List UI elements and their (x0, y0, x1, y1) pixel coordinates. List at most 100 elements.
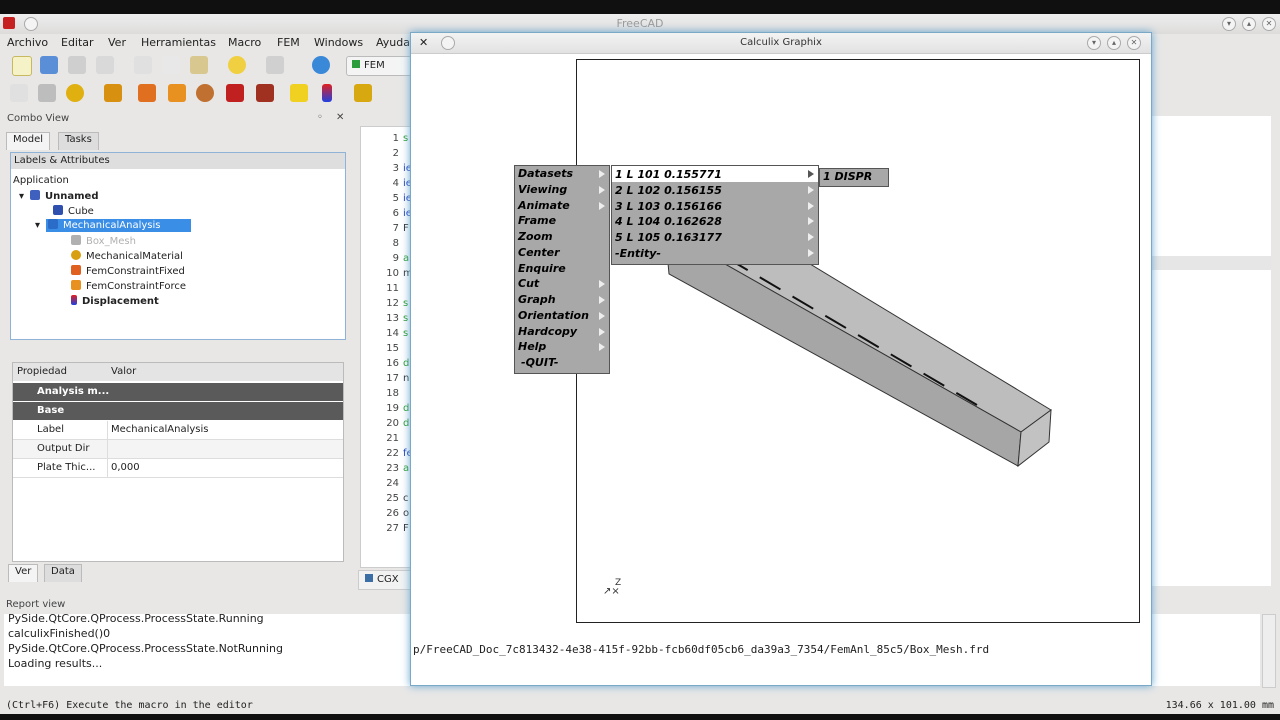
line-number: 25 (386, 493, 399, 504)
tab-tasks[interactable]: Tasks (58, 132, 99, 150)
menu-item-graph[interactable]: Graph (518, 293, 556, 306)
cgx-viewport[interactable]: Z ↗× (576, 59, 1140, 623)
property-row[interactable]: Plate Thic... 0,000 (13, 459, 343, 478)
tree-item-unnamed[interactable]: ▾ Unnamed (19, 190, 99, 202)
open-folder-icon[interactable] (40, 56, 58, 74)
menu-item-animate[interactable]: Animate (518, 199, 570, 212)
purge-results-icon[interactable] (354, 84, 372, 102)
menu-archivo[interactable]: Archivo (7, 36, 48, 49)
property-group-label: Base (37, 405, 65, 416)
maximize-button[interactable]: ▴ (1242, 17, 1256, 31)
tree-item-box-mesh[interactable]: Box_Mesh (71, 235, 136, 247)
cgx-close-button[interactable]: ✕ (1127, 36, 1141, 50)
entity-item[interactable]: 1 DISPR (823, 170, 872, 183)
submenu-arrow-icon (808, 186, 814, 194)
cgx-entity-menu: 1 DISPR (819, 168, 889, 187)
paste-icon[interactable] (190, 56, 208, 74)
calculix-icon[interactable] (290, 84, 308, 102)
menu-windows[interactable]: Windows (314, 36, 363, 49)
expand-arrow-icon[interactable]: ▾ (19, 191, 24, 202)
bearing-icon[interactable] (226, 84, 244, 102)
save-as-icon[interactable] (96, 56, 114, 74)
expand-arrow-icon[interactable]: ▾ (35, 220, 40, 231)
tree-item-mechanical-analysis[interactable]: ▾ MechanicalAnalysis (35, 219, 191, 232)
menu-item-quit[interactable]: -QUIT- (521, 356, 558, 369)
menu-item-enquire[interactable]: Enquire (518, 262, 566, 275)
dataset-item-entity[interactable]: -Entity- (615, 247, 661, 260)
menu-fem[interactable]: FEM (277, 36, 300, 49)
tree-item-constraint-fixed[interactable]: FemConstraintFixed (71, 265, 185, 277)
workbench-selector[interactable]: FEM (346, 56, 412, 76)
property-value[interactable]: MechanicalAnalysis (111, 424, 208, 435)
property-row[interactable]: Output Dir (13, 440, 343, 459)
tree-item-mechanical-material[interactable]: MechanicalMaterial (71, 250, 183, 262)
editor-tab[interactable]: CGX (358, 570, 416, 590)
minimize-button[interactable]: ▾ (1222, 17, 1236, 31)
menu-item-frame[interactable]: Frame (518, 214, 556, 227)
macro-editor[interactable]: 1 s 2 3 ie 4 ie 5 ie 6 ie 7 F 8 9 a 10 m 11 12 s 13 s 14 s 15 16 d 1… (360, 126, 416, 568)
tree-item-label: FemConstraintForce (86, 281, 186, 292)
redo-icon[interactable] (266, 56, 284, 74)
cgx-minimize-button[interactable]: ▾ (1087, 36, 1101, 50)
menu-item-hardcopy[interactable]: Hardcopy (518, 325, 577, 338)
menu-ayuda[interactable]: Ayuda (376, 36, 410, 49)
save-icon[interactable] (68, 56, 86, 74)
tab-view[interactable]: Ver (8, 564, 39, 582)
cgx-maximize-button[interactable]: ▴ (1107, 36, 1121, 50)
menu-macro[interactable]: Macro (228, 36, 261, 49)
undo-icon[interactable] (228, 56, 246, 74)
line-number: 1 (392, 133, 399, 144)
dataset-item[interactable]: 4 L 104 0.162628 (615, 215, 722, 228)
menu-item-cut[interactable]: Cut (518, 277, 539, 290)
dataset-item[interactable]: 2 L 102 0.156155 (615, 184, 722, 197)
property-column-header: Propiedad (17, 366, 67, 377)
cut-icon[interactable] (134, 56, 152, 74)
labels-header: Labels & Attributes (11, 153, 345, 169)
constraint-force-icon[interactable] (168, 84, 186, 102)
sphere-icon[interactable] (66, 84, 84, 102)
copy-icon[interactable] (162, 56, 180, 74)
results-icon[interactable] (322, 84, 332, 102)
float-icon[interactable]: ◦ (317, 112, 323, 123)
dataset-item[interactable]: 5 L 105 0.163177 (615, 231, 722, 244)
tree-item-label: MechanicalAnalysis (63, 220, 161, 231)
refresh-icon[interactable] (312, 56, 330, 74)
tab-model[interactable]: Model (6, 132, 51, 150)
property-group[interactable]: Analysis m... (13, 383, 343, 401)
menu-item-center[interactable]: Center (518, 246, 560, 259)
menu-herramientas[interactable]: Herramientas (141, 36, 216, 49)
tree-item-displacement[interactable]: Displacement (71, 295, 159, 307)
menu-item-help[interactable]: Help (518, 340, 546, 353)
tab-data[interactable]: Data (44, 564, 82, 582)
report-scrollbar[interactable] (1262, 614, 1276, 688)
menu-ver[interactable]: Ver (108, 36, 126, 49)
dataset-item[interactable]: 3 L 103 0.156166 (615, 200, 722, 213)
property-group-label: Analysis m... (37, 386, 110, 397)
dataset-item[interactable]: 1 L 101 0.155771 (615, 168, 722, 181)
tree-item-label: Unnamed (45, 191, 99, 202)
menu-item-viewing[interactable]: Viewing (518, 183, 567, 196)
gear-icon[interactable] (256, 84, 274, 102)
analysis-icon[interactable] (104, 84, 122, 102)
material-icon[interactable] (196, 84, 214, 102)
sketch-icon[interactable] (10, 84, 28, 102)
property-group[interactable]: Base (13, 402, 343, 420)
new-document-icon[interactable] (12, 56, 32, 76)
close-dock-icon[interactable]: ✕ (336, 112, 344, 123)
property-row[interactable]: Label MechanicalAnalysis (13, 421, 343, 440)
close-button[interactable]: ✕ (1262, 17, 1276, 31)
submenu-arrow-icon (599, 170, 605, 178)
property-value[interactable]: 0,000 (111, 462, 140, 473)
tree-item-cube[interactable]: Cube (53, 205, 94, 217)
box-icon[interactable] (38, 84, 56, 102)
menu-item-orientation[interactable]: Orientation (518, 309, 589, 322)
tree-item-constraint-force[interactable]: FemConstraintForce (71, 280, 186, 292)
menu-item-datasets[interactable]: Datasets (518, 167, 573, 180)
menu-item-zoom[interactable]: Zoom (518, 230, 553, 243)
line-number: 19 (386, 403, 399, 414)
code-fragment: a (403, 463, 410, 474)
tree-root[interactable]: Application (13, 175, 69, 186)
constraint-fixed-icon[interactable] (138, 84, 156, 102)
tree-item-label: FemConstraintFixed (86, 266, 185, 277)
menu-editar[interactable]: Editar (61, 36, 94, 49)
